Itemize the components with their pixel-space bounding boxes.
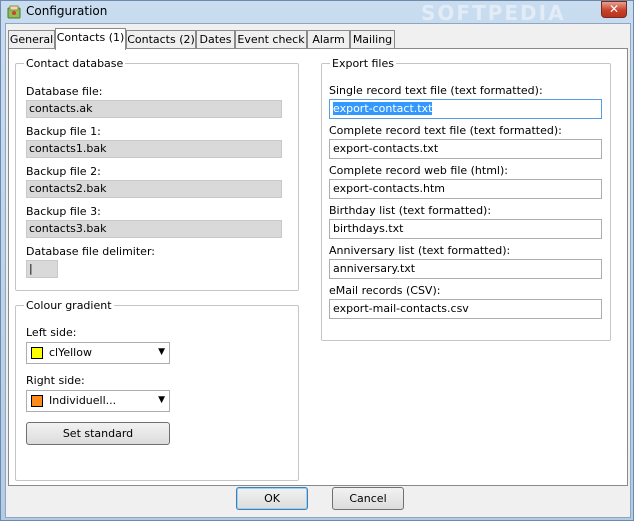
export-files-title: Export files: [330, 57, 396, 70]
birthday-list-label: Birthday list (text formatted):: [329, 204, 492, 217]
right-color-swatch: [31, 395, 43, 407]
single-record-label: Single record text file (text formatted)…: [329, 84, 543, 97]
backup-file-2-field: contacts2.bak: [26, 180, 282, 198]
backup-file-3-label: Backup file 3:: [26, 205, 101, 218]
complete-text-file-input[interactable]: export-contacts.txt: [329, 139, 602, 159]
cancel-button[interactable]: Cancel: [332, 487, 404, 510]
right-side-color-select[interactable]: Individuell... ▼: [26, 390, 170, 412]
single-record-file-input[interactable]: export-contact.txt: [329, 99, 602, 119]
contact-database-title: Contact database: [24, 57, 126, 70]
tab-contacts-1[interactable]: Contacts (1): [55, 28, 126, 50]
birthday-list-input[interactable]: birthdays.txt: [329, 219, 602, 239]
right-side-label: Right side:: [26, 374, 85, 387]
anniversary-list-input[interactable]: anniversary.txt: [329, 259, 602, 279]
backup-file-1-field: contacts1.bak: [26, 140, 282, 158]
tab-event-check[interactable]: Event check: [235, 30, 307, 49]
left-side-value: clYellow: [49, 346, 92, 359]
database-file-label: Database file:: [26, 85, 103, 98]
watermark: SOFTPEDIA: [421, 1, 566, 25]
complete-text-label: Complete record text file (text formatte…: [329, 124, 562, 137]
title-bar[interactable]: Configuration SOFTPEDIA ✕: [1, 1, 633, 25]
email-records-label: eMail records (CSV):: [329, 284, 441, 297]
anniversary-list-label: Anniversary list (text formatted):: [329, 244, 511, 257]
database-file-field: contacts.ak: [26, 100, 282, 118]
colour-gradient-title: Colour gradient: [24, 299, 114, 312]
backup-file-3-field: contacts3.bak: [26, 220, 282, 238]
close-button[interactable]: ✕: [601, 1, 627, 18]
left-color-swatch: [31, 347, 43, 359]
backup-file-2-label: Backup file 2:: [26, 165, 101, 178]
contact-database-group: Contact database Database file: contacts…: [15, 57, 299, 291]
left-side-label: Left side:: [26, 326, 77, 339]
configuration-window: Configuration SOFTPEDIA ✕ General Contac…: [0, 0, 634, 521]
tab-general[interactable]: General: [8, 30, 55, 49]
complete-web-label: Complete record web file (html):: [329, 164, 508, 177]
delimiter-field: |: [26, 260, 58, 278]
dropdown-arrow-icon[interactable]: ▼: [158, 395, 165, 405]
backup-file-1-label: Backup file 1:: [26, 125, 101, 138]
colour-gradient-group: Colour gradient Left side: clYellow ▼ Ri…: [15, 299, 299, 481]
tab-dates[interactable]: Dates: [196, 30, 235, 49]
window-title: Configuration: [26, 4, 108, 18]
email-records-input[interactable]: export-mail-contacts.csv: [329, 299, 602, 319]
tab-contacts-2[interactable]: Contacts (2): [126, 30, 196, 49]
right-side-value: Individuell...: [49, 394, 117, 407]
tab-alarm[interactable]: Alarm: [307, 30, 350, 49]
dialog-client-area: General Contacts (1) Contacts (2) Dates …: [5, 23, 631, 518]
tab-page-contacts-1: Contact database Database file: contacts…: [8, 48, 628, 486]
app-icon: [7, 5, 21, 19]
export-files-group: Export files Single record text file (te…: [321, 57, 611, 341]
ok-button[interactable]: OK: [236, 487, 308, 510]
left-side-color-select[interactable]: clYellow ▼: [26, 342, 170, 364]
complete-web-file-input[interactable]: export-contacts.htm: [329, 179, 602, 199]
set-standard-button[interactable]: Set standard: [26, 422, 170, 445]
dropdown-arrow-icon[interactable]: ▼: [158, 347, 165, 357]
close-icon: ✕: [608, 2, 620, 16]
tab-mailing[interactable]: Mailing: [350, 30, 395, 49]
delimiter-label: Database file delimiter:: [26, 245, 155, 258]
